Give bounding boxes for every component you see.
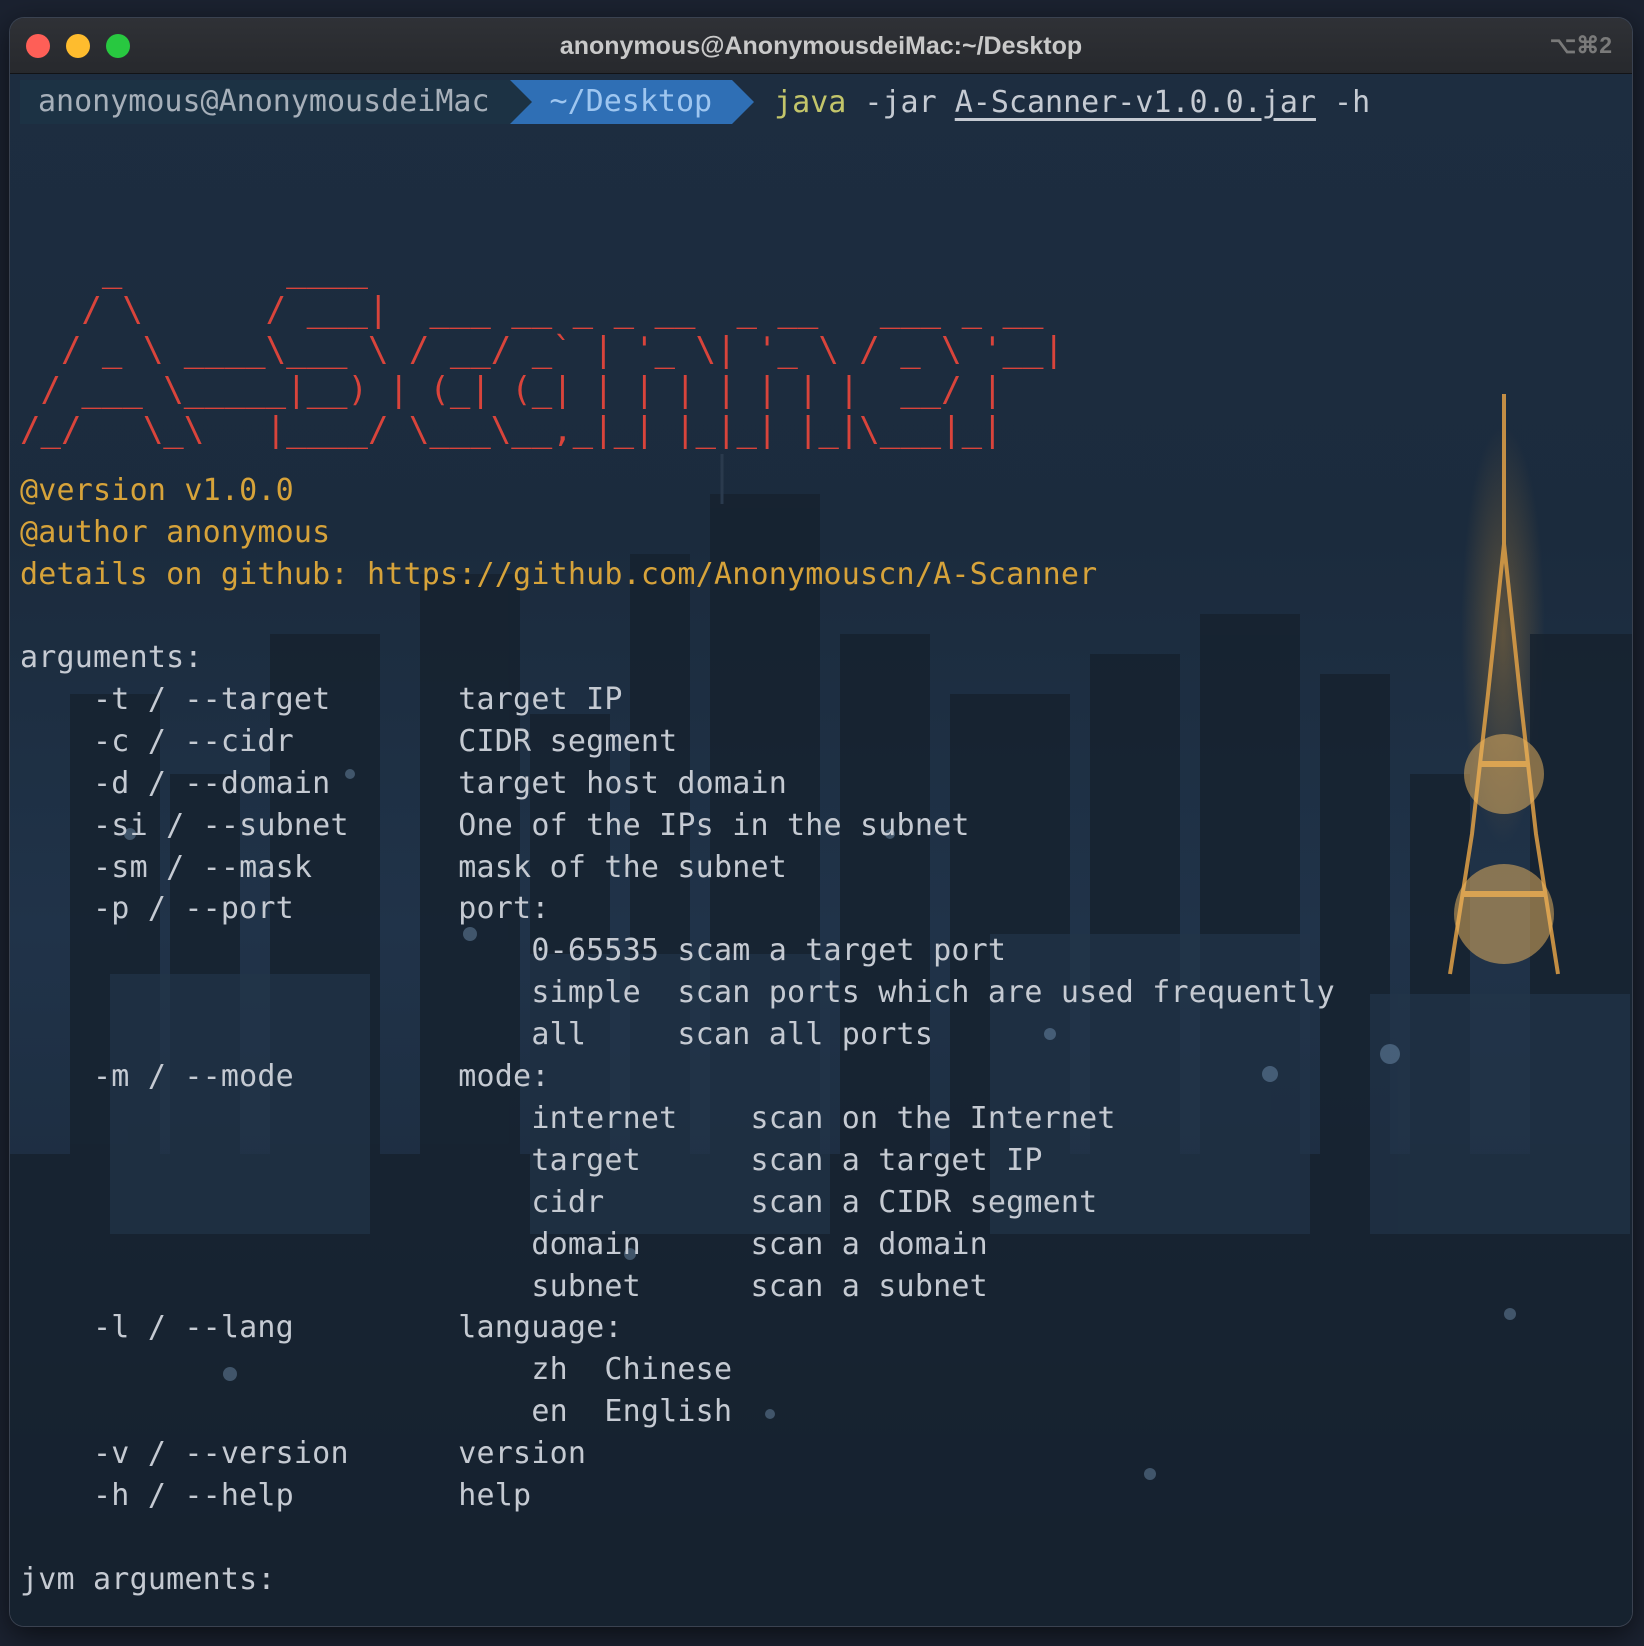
- help-line: -p / --port port:: [20, 891, 550, 927]
- command-arg: -h: [1334, 84, 1371, 120]
- help-line: cidr scan a CIDR segment: [20, 1184, 1098, 1220]
- shell-prompt: anonymous@AnonymousdeiMac ~/Desktop java…: [20, 80, 1370, 124]
- help-line: -l / --lang language:: [20, 1310, 623, 1346]
- help-line: jvm arguments:: [20, 1561, 276, 1597]
- help-line: -t / --target target IP: [20, 681, 623, 717]
- prompt-directory: ~/Desktop: [531, 80, 733, 124]
- help-line: 0-65535 scam a target port: [20, 933, 1007, 969]
- help-line: -m / --mode mode:: [20, 1059, 550, 1094]
- version-line: @version v1.0.0: [20, 473, 294, 508]
- help-line: arguments:: [20, 640, 203, 675]
- terminal-content[interactable]: anonymous@AnonymousdeiMac ~/Desktop java…: [10, 74, 1632, 1626]
- help-line: -si / --subnet One of the IPs in the sub…: [20, 807, 970, 843]
- help-line: -v / --version version: [20, 1436, 587, 1472]
- help-line: zh Chinese: [20, 1352, 733, 1388]
- help-line: en English: [20, 1394, 733, 1430]
- command-executable: java: [774, 84, 847, 120]
- help-line: internet scan on the Internet: [20, 1100, 1116, 1136]
- title-bar[interactable]: anonymous@AnonymousdeiMac:~/Desktop ⌥⌘2: [10, 18, 1632, 74]
- help-line: subnet scan a subnet: [20, 1268, 988, 1304]
- ascii-art-line: / \ / ___| ___ __ _ _ __ _ __ ___ _ __: [20, 290, 1044, 330]
- prompt-separator-icon: [732, 80, 755, 124]
- ascii-art-line: _ ____: [20, 250, 368, 290]
- prompt-separator-icon: [509, 80, 532, 124]
- details-line: details on github: https://github.com/An…: [20, 557, 1098, 592]
- help-line: simple scan ports which are used frequen…: [20, 975, 1335, 1011]
- help-line: -sm / --mask mask of the subnet: [20, 849, 787, 885]
- help-line: -c / --cidr CIDR segment: [20, 723, 678, 759]
- ascii-art-line: / ___ \_____|__) | (_| (_| | | | | | | |…: [20, 370, 1003, 410]
- command-flag: -jar: [864, 84, 937, 120]
- help-line: -d / --domain target host domain: [20, 765, 787, 801]
- help-line: target scan a target IP: [20, 1142, 1043, 1178]
- author-line: @author anonymous: [20, 515, 331, 550]
- command-jar-file[interactable]: A-Scanner-v1.0.0.jar: [955, 85, 1316, 120]
- help-line: all scan all ports: [20, 1017, 934, 1053]
- tab-shortcut-label: ⌥⌘2: [1549, 32, 1612, 58]
- terminal-output: anonymous@AnonymousdeiMac ~/Desktop java…: [10, 74, 1632, 1626]
- ascii-art-line: /_/ \_\ |____/ \___\__,_|_| |_|_| |_|\__…: [20, 410, 1003, 450]
- help-line: domain scan a domain: [20, 1226, 988, 1262]
- ascii-art-line: / _ \ ____\___ \ / __/ _` | '_ \| '_ \ /…: [20, 330, 1064, 370]
- window-title: anonymous@AnonymousdeiMac:~/Desktop: [559, 32, 1083, 60]
- prompt-user-host: anonymous@AnonymousdeiMac: [20, 80, 510, 124]
- terminal-window[interactable]: anonymous@AnonymousdeiMac:~/Desktop ⌥⌘2: [10, 18, 1632, 1626]
- ascii-art-banner: _ ____ / \ / ___| ___ __ _ _ __ _ __ ___…: [20, 250, 1064, 450]
- help-line: -h / --help help: [20, 1478, 532, 1513]
- command-line: java -jar A-Scanner-v1.0.0.jar -h: [754, 85, 1370, 120]
